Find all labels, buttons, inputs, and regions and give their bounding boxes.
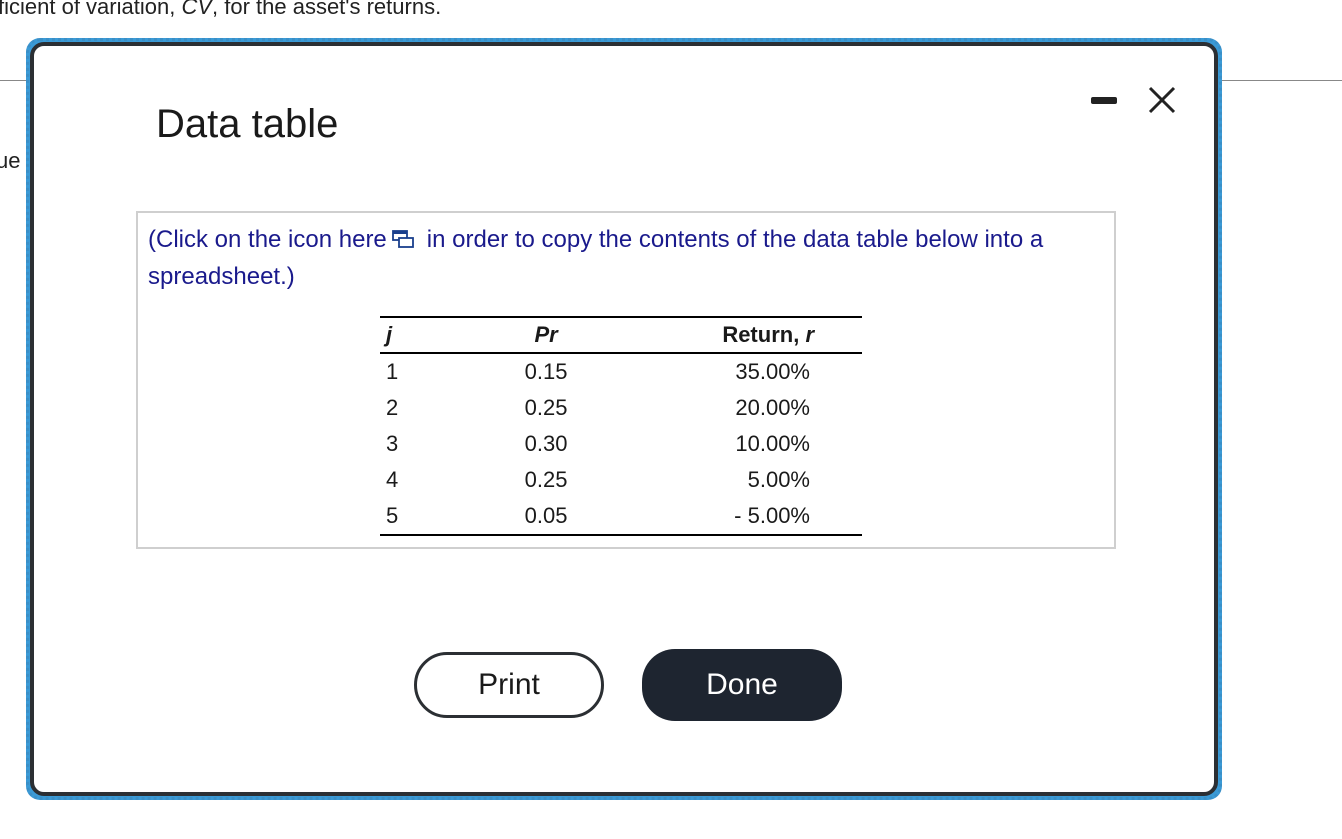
dialog-title: Data table bbox=[156, 102, 339, 146]
cell-pr: 0.25 bbox=[524, 395, 568, 420]
close-button[interactable] bbox=[1144, 82, 1180, 118]
table-row: 3 0.30 10.00% bbox=[380, 426, 862, 462]
table-row: 1 0.15 35.00% bbox=[380, 353, 862, 390]
cell-j: 1 bbox=[386, 359, 399, 384]
minimize-button[interactable] bbox=[1086, 82, 1122, 118]
close-icon bbox=[1148, 86, 1176, 114]
done-button[interactable]: Done bbox=[642, 649, 842, 721]
column-header-return: Return, r bbox=[612, 316, 862, 354]
page: ficient of variation, CV, for the asset'… bbox=[0, 0, 1342, 839]
cell-return: - 5.00% bbox=[612, 498, 862, 536]
cell-j: 3 bbox=[386, 431, 399, 456]
table-row: 2 0.25 20.00% bbox=[380, 390, 862, 426]
cell-j: 4 bbox=[386, 467, 399, 492]
table-row: 5 0.05 - 5.00% bbox=[380, 498, 862, 536]
print-button[interactable]: Print bbox=[414, 652, 604, 718]
cell-pr: 0.15 bbox=[524, 359, 568, 384]
question-text: ficient of variation, CV, for the asset'… bbox=[0, 0, 442, 19]
cell-return: 20.00% bbox=[735, 395, 810, 420]
background-divider-right bbox=[1218, 80, 1342, 81]
data-table-panel: (Click on the icon here in order to copy… bbox=[136, 211, 1116, 549]
column-header-pr: Pr bbox=[479, 316, 613, 354]
cell-return: 10.00% bbox=[735, 431, 810, 456]
returns-data-table: j Pr Return, r 1 0.15 35.00% 2 0.25 20.0… bbox=[380, 316, 862, 536]
cell-return: 35.00% bbox=[735, 359, 810, 384]
background-text-fragment: ue bbox=[0, 148, 21, 173]
cell-pr: 0.05 bbox=[479, 498, 613, 536]
cell-return: 5.00% bbox=[747, 467, 810, 492]
cell-pr: 0.30 bbox=[524, 431, 568, 456]
data-table-dialog: Data table (Click on the icon here in or… bbox=[30, 42, 1218, 796]
cell-pr: 0.25 bbox=[524, 467, 568, 492]
cell-j: 2 bbox=[386, 395, 399, 420]
table-row: 4 0.25 5.00% bbox=[380, 462, 862, 498]
copy-instructions: (Click on the icon here in order to copy… bbox=[148, 226, 1044, 290]
minimize-icon bbox=[1091, 96, 1117, 104]
column-header-j: j bbox=[380, 316, 480, 354]
copy-spreadsheet-icon[interactable] bbox=[391, 226, 415, 260]
cell-j: 5 bbox=[380, 498, 480, 536]
table-header-row: j Pr Return, r bbox=[380, 316, 862, 354]
